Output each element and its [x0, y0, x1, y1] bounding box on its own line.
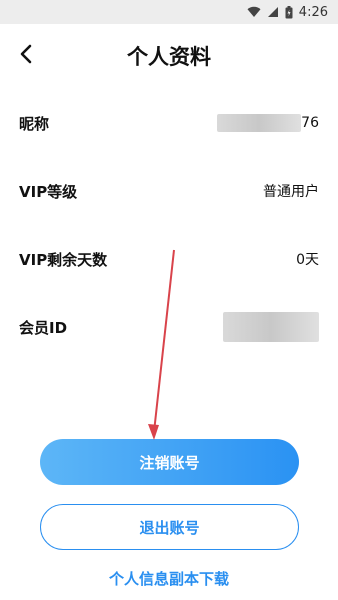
redacted-blur: [223, 312, 319, 342]
member-id-value: [223, 312, 319, 342]
profile-row-member-id: 会员ID: [0, 307, 338, 347]
profile-row-vip-days: VIP剩余天数 0天: [0, 239, 338, 279]
cancel-account-button[interactable]: 注销账号: [40, 439, 299, 485]
member-id-label: 会员ID: [19, 318, 68, 337]
nickname-value: 76: [217, 114, 319, 132]
page-title: 个人资料: [127, 45, 211, 69]
vip-days-value: 0天: [296, 252, 319, 268]
status-time: 4:26: [298, 4, 328, 20]
battery-icon: [285, 5, 293, 19]
signal-icon: [267, 6, 279, 18]
wifi-icon: [247, 6, 261, 18]
vip-level-value: 普通用户: [263, 184, 319, 200]
vip-days-label: VIP剩余天数: [19, 250, 108, 269]
redacted-blur: [217, 114, 302, 132]
download-personal-info-link[interactable]: 个人信息副本下载: [0, 568, 338, 592]
nickname-value-suffix: 76: [301, 115, 319, 131]
profile-row-vip-level: VIP等级 普通用户: [0, 171, 338, 211]
profile-row-nickname: 昵称 76: [0, 103, 338, 143]
nickname-label: 昵称: [19, 114, 50, 133]
vip-level-label: VIP等级: [19, 182, 78, 201]
logout-button[interactable]: 退出账号: [40, 504, 299, 550]
status-bar: 4:26: [0, 0, 338, 24]
header: 个人资料: [0, 24, 338, 88]
chevron-left-icon: [19, 44, 33, 68]
back-button[interactable]: [12, 42, 40, 70]
